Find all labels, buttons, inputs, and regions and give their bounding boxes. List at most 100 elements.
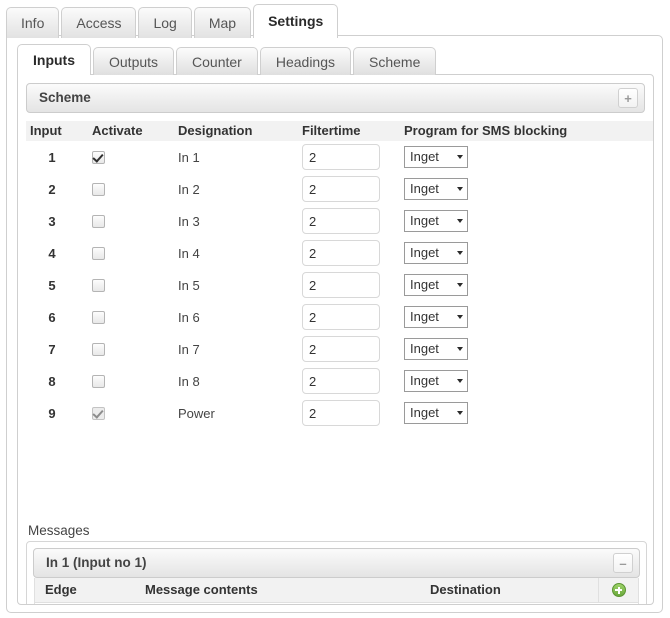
messages-table: Edge Message contents Destination No mes… <box>34 578 639 604</box>
messages-container: In 1 (Input no 1) – Edge Message content… <box>26 541 647 604</box>
tab-inputs[interactable]: Inputs <box>17 44 91 75</box>
program-select[interactable]: Inget <box>404 370 468 392</box>
message-group-collapse-button[interactable]: – <box>613 553 633 573</box>
activate-checkbox[interactable] <box>92 342 105 356</box>
program-select[interactable]: Inget <box>404 338 468 360</box>
column-header-filtertime: Filtertime <box>302 123 361 138</box>
program-select-value: Inget <box>410 181 439 196</box>
row-designation: In 3 <box>178 213 200 229</box>
filtertime-input[interactable] <box>302 240 380 266</box>
row-designation: In 4 <box>178 245 200 261</box>
table-row: 5 In 5 Inget <box>26 269 653 301</box>
program-select[interactable]: Inget <box>404 242 468 264</box>
row-activate-cell <box>92 141 132 173</box>
row-program-cell: Inget <box>404 173 524 205</box>
program-select[interactable]: Inget <box>404 306 468 328</box>
row-filtertime-cell <box>302 173 396 205</box>
tab-label: Access <box>76 15 122 31</box>
filtertime-input[interactable] <box>302 336 380 362</box>
scheme-expand-button[interactable]: + <box>618 88 638 108</box>
tab-label: Headings <box>275 54 335 70</box>
chevron-down-icon <box>457 155 463 159</box>
row-program-cell: Inget <box>404 205 524 237</box>
scheme-accordion-header[interactable]: Scheme + <box>26 83 645 113</box>
row-input-number: 2 <box>48 181 56 197</box>
add-message-cell <box>598 578 638 602</box>
chevron-down-icon <box>457 219 463 223</box>
chevron-down-icon <box>457 411 463 415</box>
tab-log[interactable]: Log <box>138 7 192 38</box>
filtertime-input[interactable] <box>302 400 380 426</box>
program-select-value: Inget <box>410 405 439 420</box>
filtertime-input[interactable] <box>302 176 380 202</box>
messages-table-header: Edge Message contents Destination <box>35 578 638 603</box>
minus-icon: – <box>619 555 627 571</box>
tab-label: Inputs <box>33 52 75 68</box>
row-designation: In 5 <box>178 277 200 293</box>
row-activate-cell <box>92 365 132 397</box>
row-input-number: 6 <box>48 309 56 325</box>
row-activate-cell <box>92 205 132 237</box>
column-header-contents: Message contents <box>145 582 258 597</box>
plus-icon: + <box>624 90 632 106</box>
activate-checkbox[interactable] <box>92 246 105 260</box>
program-select[interactable]: Inget <box>404 402 468 424</box>
row-program-cell: Inget <box>404 269 524 301</box>
activate-checkbox[interactable] <box>92 214 105 228</box>
main-tab-bar: Info Access Log Map Settings <box>6 2 340 38</box>
tab-label: Map <box>208 15 237 31</box>
table-row: 8 In 8 Inget <box>26 365 653 397</box>
inputs-table-header: Input Activate Designation Filtertime Pr… <box>26 121 653 141</box>
row-activate-cell <box>92 333 132 365</box>
tab-counter[interactable]: Counter <box>176 47 258 75</box>
program-select[interactable]: Inget <box>404 146 468 168</box>
messages-empty-row: No messages defined <box>35 603 638 604</box>
program-select[interactable]: Inget <box>404 210 468 232</box>
row-input-number: 4 <box>48 245 56 261</box>
column-header-edge: Edge <box>45 582 77 597</box>
row-input-number: 9 <box>48 405 56 421</box>
row-filtertime-cell <box>302 397 396 429</box>
table-row: 1 In 1 Inget <box>26 141 653 173</box>
message-group-header-in1[interactable]: In 1 (Input no 1) – <box>33 548 640 578</box>
row-designation: In 7 <box>178 341 200 357</box>
program-select[interactable]: Inget <box>404 178 468 200</box>
tab-settings[interactable]: Settings <box>253 4 339 38</box>
filtertime-input[interactable] <box>302 272 380 298</box>
activate-checkbox[interactable] <box>92 310 105 324</box>
program-select-value: Inget <box>410 213 439 228</box>
tab-label: Settings <box>268 13 324 29</box>
row-program-cell: Inget <box>404 365 524 397</box>
column-header-program: Program for SMS blocking <box>404 123 568 138</box>
tab-scheme[interactable]: Scheme <box>353 47 437 75</box>
filtertime-input[interactable] <box>302 304 380 330</box>
chevron-down-icon <box>457 315 463 319</box>
tab-info[interactable]: Info <box>6 7 60 38</box>
add-circle-icon[interactable] <box>611 583 626 597</box>
row-activate-cell <box>92 397 132 429</box>
activate-checkbox[interactable] <box>92 182 105 196</box>
inputs-tab-content: Scheme + Input Activate Designation Filt… <box>17 74 654 605</box>
row-designation: In 8 <box>178 373 200 389</box>
tab-outputs[interactable]: Outputs <box>93 47 175 75</box>
program-select[interactable]: Inget <box>404 274 468 296</box>
program-select-value: Inget <box>410 149 439 164</box>
activate-checkbox[interactable] <box>92 278 105 292</box>
column-header-destination: Destination <box>430 582 501 597</box>
tab-headings[interactable]: Headings <box>259 47 351 75</box>
activate-checkbox[interactable] <box>92 150 105 164</box>
row-filtertime-cell <box>302 333 396 365</box>
filtertime-input[interactable] <box>302 144 380 170</box>
tab-label: Log <box>153 15 177 31</box>
activate-checkbox[interactable] <box>92 374 105 388</box>
column-header-designation: Designation <box>178 123 253 138</box>
tab-access[interactable]: Access <box>61 7 137 38</box>
filtertime-input[interactable] <box>302 368 380 394</box>
chevron-down-icon <box>457 283 463 287</box>
program-select-value: Inget <box>410 309 439 324</box>
row-activate-cell <box>92 301 132 333</box>
filtertime-input[interactable] <box>302 208 380 234</box>
table-row: 2 In 2 Inget <box>26 173 653 205</box>
row-activate-cell <box>92 269 132 301</box>
tab-map[interactable]: Map <box>193 7 252 38</box>
